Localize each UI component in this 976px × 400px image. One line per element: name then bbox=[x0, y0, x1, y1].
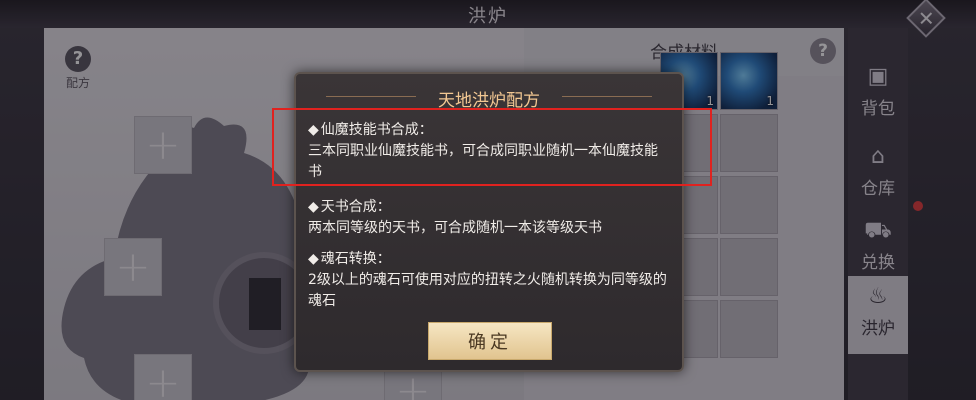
title-divider bbox=[562, 96, 652, 97]
section-heading: 魂石转换： bbox=[308, 249, 670, 270]
section-heading: 天书合成： bbox=[308, 197, 670, 218]
section-text: 两本同等级的天书，可合成随机一本该等级天书 bbox=[308, 220, 602, 236]
recipe-section: 天书合成： 两本同等级的天书，可合成随机一本该等级天书 bbox=[308, 197, 670, 239]
section-text: 2级以上的魂石可使用对应的扭转之火随机转换为同等级的魂石 bbox=[308, 272, 667, 309]
highlight-annotation bbox=[272, 108, 712, 186]
game-screen: 洪炉 ✕ ? 配方 + + + + 合成材料 ? 1 bbox=[0, 0, 976, 400]
recipe-section: 魂石转换： 2级以上的魂石可使用对应的扭转之火随机转换为同等级的魂石 bbox=[308, 249, 670, 312]
confirm-button[interactable]: 确定 bbox=[428, 322, 552, 360]
